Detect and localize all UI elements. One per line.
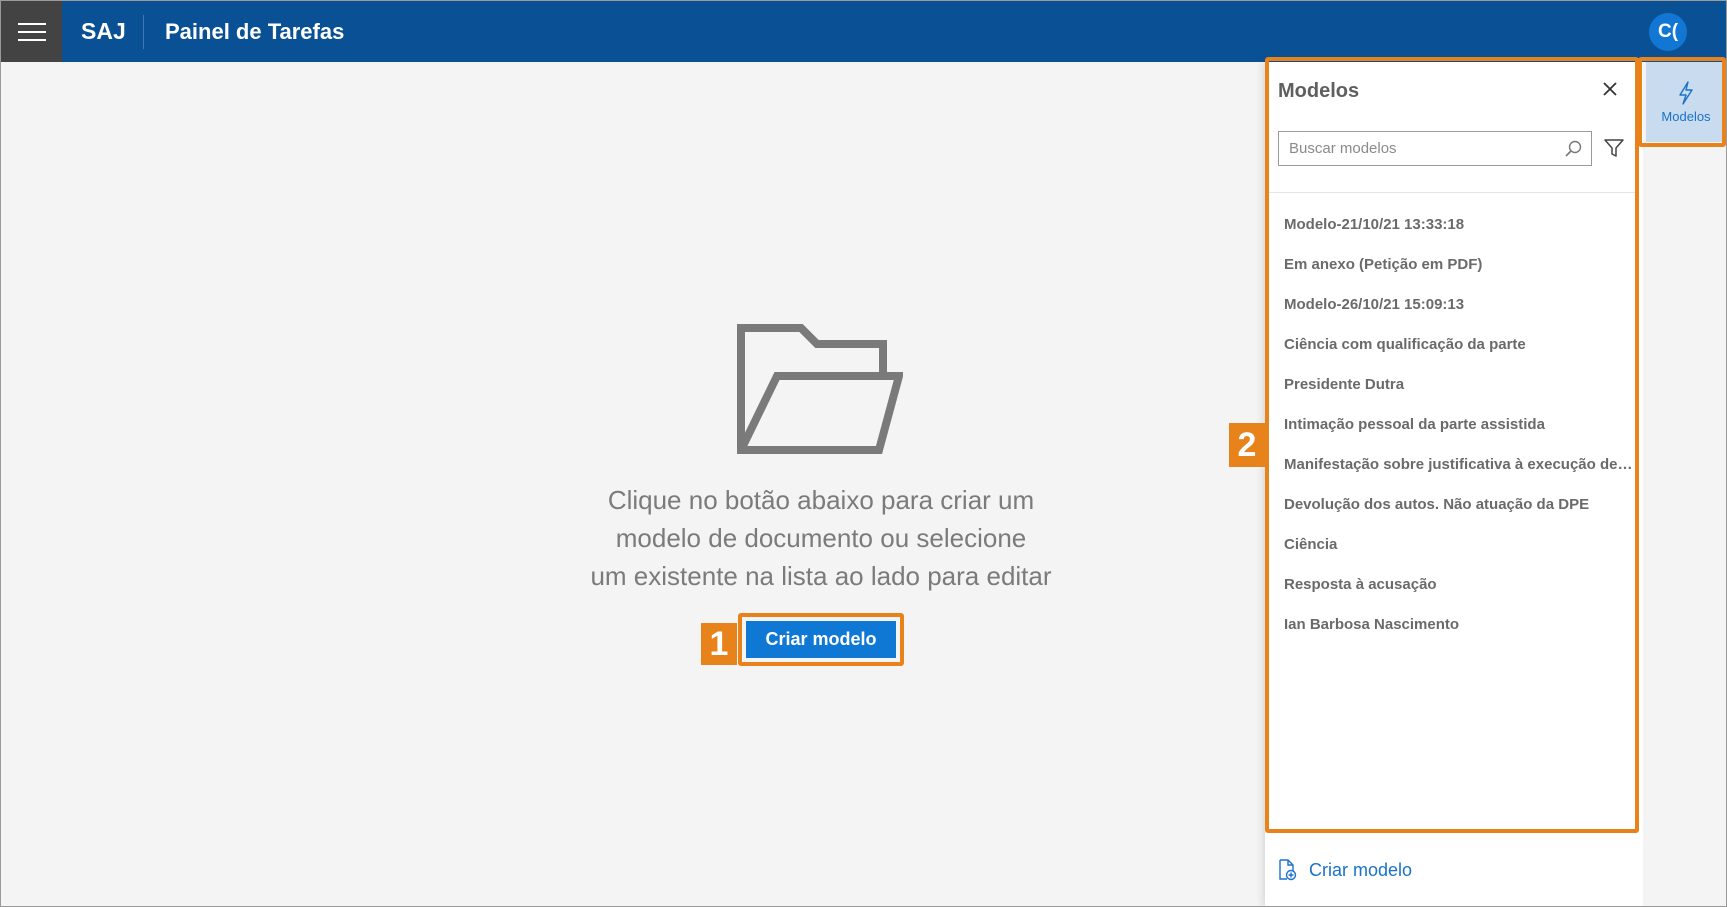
empty-state-line: um existente na lista ao lado para edita… xyxy=(590,561,1052,591)
create-model-button[interactable]: Criar modelo xyxy=(746,621,896,658)
new-document-icon xyxy=(1279,859,1297,881)
annotation-badge-1: 1 xyxy=(701,623,737,665)
header-divider xyxy=(143,15,144,49)
empty-state-line: modelo de documento ou selecione xyxy=(615,523,1027,553)
create-model-link[interactable]: Criar modelo xyxy=(1277,859,1412,881)
user-avatar[interactable]: C( xyxy=(1649,13,1687,51)
top-bar: SAJ Painel de Tarefas C( xyxy=(1,1,1726,62)
hamburger-icon[interactable] xyxy=(1,1,62,62)
side-rail: Modelos xyxy=(1643,62,1726,906)
app-window: SAJ Painel de Tarefas C( Clique no botão… xyxy=(0,0,1727,907)
folder-open-icon xyxy=(737,324,903,454)
annotation-highlight-3 xyxy=(1638,57,1726,147)
empty-state-message: Clique no botão abaixo para criar um mod… xyxy=(561,481,1081,595)
annotation-highlight-2 xyxy=(1265,57,1639,833)
app-name[interactable]: SAJ xyxy=(81,18,126,45)
annotation-badge-2: 2 xyxy=(1229,423,1265,467)
create-model-link-label: Criar modelo xyxy=(1309,859,1413,880)
empty-state-line: Clique no botão abaixo para criar um xyxy=(607,485,1035,515)
page-title: Painel de Tarefas xyxy=(165,19,345,44)
